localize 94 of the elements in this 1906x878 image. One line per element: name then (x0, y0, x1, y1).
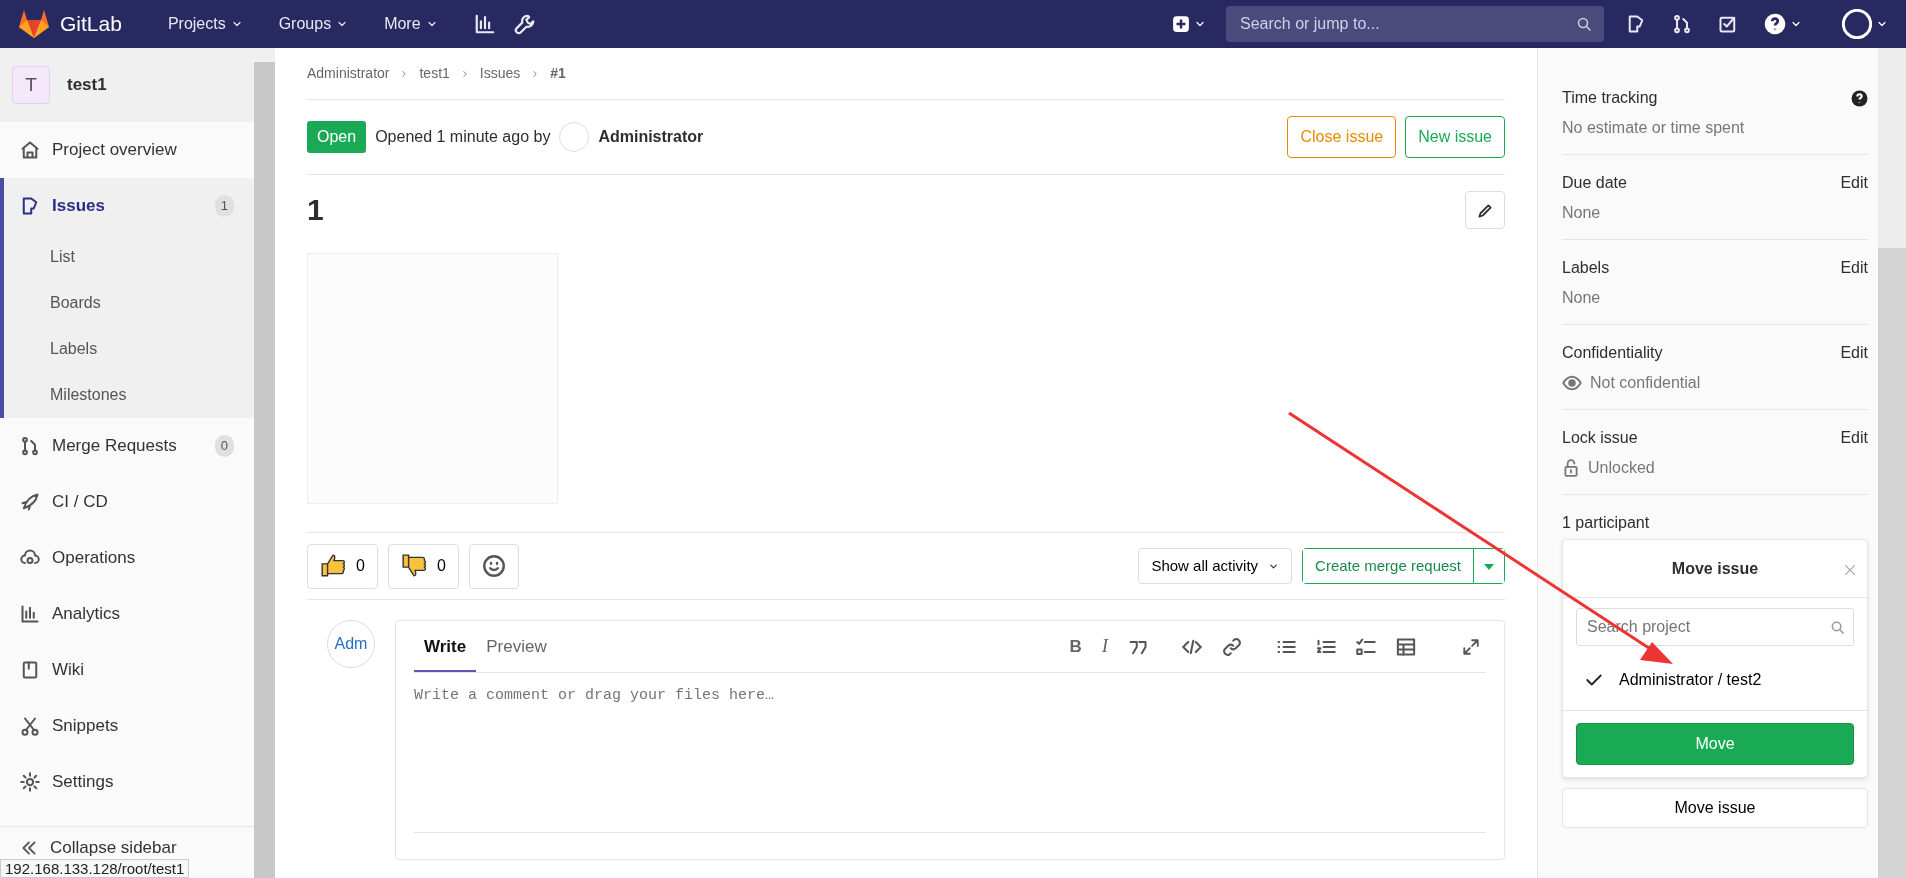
help-icon[interactable] (1764, 13, 1786, 35)
task-list-icon (1356, 636, 1376, 657)
edit-link[interactable]: Edit (1840, 426, 1868, 450)
double-chevron-left-icon (20, 838, 38, 857)
todo-check-icon (1718, 14, 1738, 34)
sidebar-item[interactable]: CI / CD (0, 474, 254, 530)
breadcrumb-link[interactable]: test1 (419, 63, 450, 84)
author-link[interactable]: Administrator (598, 125, 704, 149)
sidebar-item[interactable]: Project overview (0, 122, 254, 178)
sidebar-block-value: None (1562, 203, 1601, 223)
bar-chart-icon (20, 604, 40, 624)
sidebar-subitem[interactable]: List (4, 234, 254, 280)
sidebar-item[interactable]: Issues 1 (4, 178, 254, 234)
status-url: 192.168.133.128/root/test1 (0, 859, 190, 878)
smiley-icon (481, 554, 506, 578)
eye-icon (1562, 373, 1582, 393)
sidebar-subitem[interactable]: Boards (4, 280, 254, 326)
sidebar-item[interactable]: Merge Requests 0 (0, 418, 254, 474)
project-avatar[interactable]: T (12, 66, 50, 104)
sidebar-block-value: Unlocked (1588, 458, 1655, 478)
search-icon (1576, 16, 1592, 32)
nav-menu[interactable]: Projects (161, 11, 249, 37)
sidebar-subitem[interactable]: Labels (4, 326, 254, 372)
dropdown-title: Move issue (1671, 558, 1759, 579)
italic-button[interactable]: I (1095, 632, 1114, 661)
close-icon (1843, 562, 1857, 577)
issues-icon (1626, 14, 1646, 34)
sidebar-subitem[interactable]: Milestones (4, 372, 254, 418)
sidebar-item[interactable]: Analytics (0, 586, 254, 642)
status-badge: Open (307, 121, 367, 153)
sidebar-block-value: Not confidential (1590, 373, 1701, 393)
sidebar-block-title: Confidentiality (1562, 343, 1663, 363)
expand-icon (1462, 637, 1480, 656)
sidebar-block-title: Time tracking (1562, 88, 1658, 108)
merge-request-icon (20, 436, 40, 456)
search-field[interactable]: Search or jump to... (1226, 6, 1604, 42)
edit-link[interactable]: Edit (1840, 171, 1868, 195)
create-merge-request-button[interactable]: Create merge request (1303, 549, 1474, 583)
wrench-icon (513, 13, 536, 35)
breadcrumb-link[interactable]: Administrator (307, 63, 390, 84)
breadcrumb-link[interactable]: #1 (550, 63, 566, 84)
search-icon (1830, 619, 1845, 635)
sidebar-block-title: Lock issue (1562, 428, 1638, 448)
activity-filter-dropdown[interactable]: Show all activity (1138, 548, 1293, 584)
count-badge: 1 (214, 195, 234, 217)
sidebar-block-value: None (1562, 288, 1601, 308)
new-dropdown[interactable] (1172, 15, 1206, 33)
scrollbar[interactable] (254, 48, 275, 878)
award-button[interactable]: 0 (387, 543, 459, 589)
merge-request-icon (1672, 14, 1692, 34)
scrollbar[interactable] (1878, 48, 1906, 878)
fox-logo (18, 9, 50, 39)
sidebar-item[interactable]: Settings (0, 754, 254, 810)
count-badge: 0 (214, 435, 234, 457)
add-reaction-button[interactable] (468, 543, 519, 589)
search-input[interactable]: Search or jump to... (1238, 11, 1576, 37)
unlocked-padlock-icon (1562, 459, 1580, 477)
collapse-sidebar-button[interactable]: Collapse sidebar (20, 835, 177, 861)
book-icon (20, 660, 40, 680)
brand-name[interactable]: GitLab (60, 8, 122, 40)
link-icon (1222, 636, 1242, 657)
editor-tab[interactable]: Preview (476, 621, 557, 673)
sidebar-block-title: Due date (1562, 173, 1627, 193)
nav-menu[interactable]: Groups (272, 11, 355, 37)
sidebar-item[interactable]: Wiki (0, 642, 254, 698)
project-option[interactable]: Administrator / test2 (1563, 656, 1867, 710)
participants-text: 1 participant (1562, 513, 1651, 533)
sidebar-item[interactable]: Operations (0, 530, 254, 586)
opened-text: Opened 1 minute ago by (375, 127, 551, 147)
pencil-icon (1476, 201, 1494, 220)
edit-button[interactable] (1465, 191, 1505, 229)
move-issue-button[interactable]: Move issue (1562, 788, 1868, 828)
project-name[interactable]: test1 (67, 72, 107, 98)
thumbs-up-icon (320, 553, 346, 579)
award-button[interactable]: 0 (307, 543, 378, 589)
edit-link[interactable]: Edit (1840, 256, 1868, 280)
user-avatar-icon (1842, 9, 1872, 39)
comment-editor[interactable]: Write Preview B I Write a comment or drag your files here… (395, 620, 1505, 860)
scissors-icon (20, 716, 40, 736)
issue-title: 1 (307, 192, 324, 228)
sidebar-block-value: No estimate or time spent (1562, 118, 1745, 138)
help-icon[interactable] (1851, 89, 1868, 107)
issues-icon (20, 196, 40, 216)
nav-menu[interactable]: More (378, 11, 444, 37)
bold-button[interactable]: B (1063, 633, 1088, 660)
sidebar-block-title: Labels (1562, 258, 1610, 278)
thumbs-down-icon (400, 553, 427, 579)
edit-link[interactable]: Edit (1840, 341, 1868, 365)
sidebar-item[interactable]: Snippets (0, 698, 254, 754)
caret-icon (1484, 563, 1494, 570)
breadcrumb-link[interactable]: Issues (479, 63, 521, 84)
rocket-icon (20, 492, 40, 512)
table-icon (1396, 636, 1416, 657)
home-icon (20, 140, 40, 160)
